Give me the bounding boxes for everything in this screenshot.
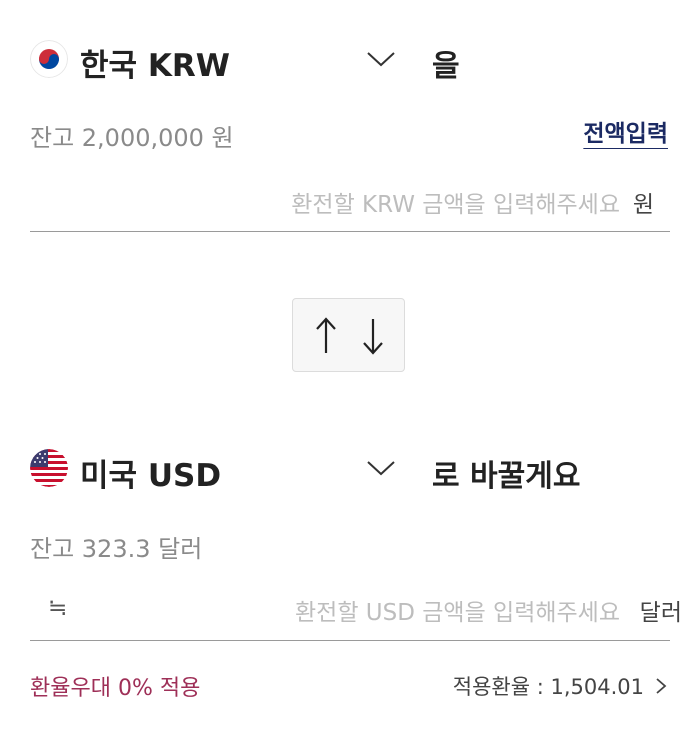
to-amount-input[interactable]: 환전할 USD 금액을 입력해주세요: [295, 593, 620, 627]
from-unit-label: 원: [632, 192, 654, 218]
from-amount-input[interactable]: 환전할 KRW 금액을 입력해주세요: [291, 185, 620, 219]
applied-rate-text: 적용환율 : 1,504.01: [452, 675, 644, 699]
chevron-right-icon: [656, 678, 667, 694]
swap-arrows-icon: [316, 317, 383, 355]
from-input-divider: [30, 231, 670, 232]
to-unit-label: 달러: [639, 600, 682, 626]
preferential-rate-text: 환율우대 0% 적용: [30, 676, 201, 701]
from-suffix-text: 을: [432, 49, 460, 84]
to-suffix-text: 로 바꿀게요: [432, 459, 581, 494]
to-balance: 잔고 323.3 달러: [30, 535, 203, 563]
usa-flag-icon: [30, 449, 68, 487]
to-input-divider: [30, 640, 670, 641]
swap-button[interactable]: [292, 298, 405, 372]
full-amount-button[interactable]: 전액입력: [583, 114, 668, 148]
korea-flag-icon: [30, 40, 68, 78]
to-currency-name[interactable]: 미국 USD: [80, 450, 221, 495]
from-balance: 잔고 2,000,000 원: [30, 124, 234, 152]
to-currency-dropdown-chevron-down-icon[interactable]: [366, 459, 396, 481]
from-currency-dropdown-chevron-down-icon[interactable]: [366, 50, 396, 72]
approx-equal-icon: ≒: [48, 595, 68, 621]
applied-rate-link[interactable]: 적용환율 : 1,504.01: [453, 671, 668, 701]
from-currency-name[interactable]: 한국 KRW: [80, 40, 230, 85]
